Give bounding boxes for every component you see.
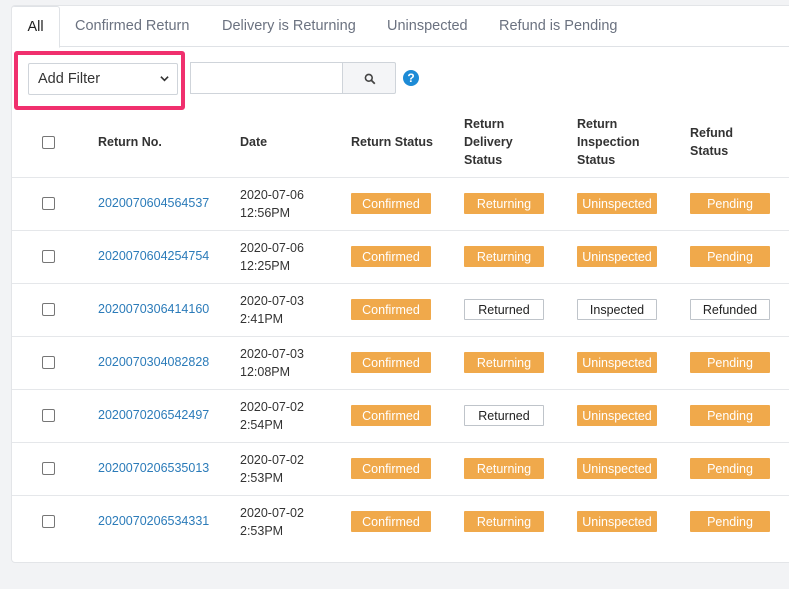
refund-status-badge: Pending — [690, 352, 770, 373]
help-icon[interactable]: ? — [403, 70, 419, 86]
inspection-status-badge: Uninspected — [577, 352, 657, 373]
return-no-link[interactable]: 2020070604564537 — [98, 196, 209, 210]
row-divider — [12, 283, 789, 284]
return-status-badge: Confirmed — [351, 246, 431, 267]
tab-bar: All Confirmed Return Delivery is Returni… — [12, 6, 789, 48]
date-value: 2020-07-03 — [240, 294, 304, 308]
return-status-badge: Confirmed — [351, 193, 431, 214]
date-cell: 2020-07-02 2:53PM — [240, 451, 304, 487]
return-status-badge: Confirmed — [351, 458, 431, 479]
row-divider — [12, 442, 789, 443]
tab-refund-pending[interactable]: Refund is Pending — [499, 6, 618, 47]
date-value: 2020-07-02 — [240, 400, 304, 414]
refund-status-badge: Pending — [690, 193, 770, 214]
return-status-badge: Confirmed — [351, 511, 431, 532]
return-no-link[interactable]: 2020070206542497 — [98, 408, 209, 422]
select-all-checkbox[interactable] — [42, 136, 55, 149]
inspection-status-badge: Inspected — [577, 299, 657, 320]
return-status-badge: Confirmed — [351, 405, 431, 426]
row-checkbox[interactable] — [42, 197, 55, 210]
return-no-link[interactable]: 2020070206534331 — [98, 514, 209, 528]
time-value: 12:08PM — [240, 365, 291, 379]
header-line: Inspection — [577, 135, 640, 149]
date-cell: 2020-07-03 2:41PM — [240, 292, 304, 328]
tab-confirmed-return[interactable]: Confirmed Return — [75, 6, 189, 47]
header-line: Return — [464, 117, 505, 131]
time-value: 2:53PM — [240, 524, 284, 538]
header-return-delivery-status: Return Delivery Status — [464, 115, 513, 169]
header-divider — [12, 177, 789, 178]
return-no-link[interactable]: 2020070206535013 — [98, 461, 209, 475]
refund-status-badge: Refunded — [690, 299, 770, 320]
date-value: 2020-07-02 — [240, 453, 304, 467]
date-cell: 2020-07-03 12:08PM — [240, 345, 304, 381]
row-divider — [12, 389, 789, 390]
date-value: 2020-07-06 — [240, 188, 304, 202]
date-cell: 2020-07-02 2:53PM — [240, 504, 304, 540]
date-cell: 2020-07-06 12:56PM — [240, 186, 304, 222]
return-no-link[interactable]: 2020070304082828 — [98, 355, 209, 369]
header-return-status: Return Status — [351, 135, 433, 149]
return-no-link[interactable]: 2020070306414160 — [98, 302, 209, 316]
header-line: Delivery — [464, 135, 513, 149]
header-line: Status — [464, 153, 503, 167]
delivery-status-badge: Returned — [464, 299, 544, 320]
date-cell: 2020-07-06 12:25PM — [240, 239, 304, 275]
time-value: 12:25PM — [240, 259, 291, 273]
row-checkbox[interactable] — [42, 356, 55, 369]
delivery-status-badge: Returning — [464, 458, 544, 479]
inspection-status-badge: Uninspected — [577, 511, 657, 532]
delivery-status-badge: Returning — [464, 352, 544, 373]
search-icon — [364, 73, 376, 85]
delivery-status-badge: Returned — [464, 405, 544, 426]
time-value: 2:53PM — [240, 471, 284, 485]
date-value: 2020-07-03 — [240, 347, 304, 361]
header-line: Status — [690, 144, 729, 158]
tab-all[interactable]: All — [12, 6, 60, 48]
row-checkbox[interactable] — [42, 303, 55, 316]
date-value: 2020-07-06 — [240, 241, 304, 255]
row-checkbox[interactable] — [42, 250, 55, 263]
returns-panel: All Confirmed Return Delivery is Returni… — [11, 5, 789, 563]
header-return-inspection-status: Return Inspection Status — [577, 115, 640, 169]
return-status-badge: Confirmed — [351, 352, 431, 373]
row-checkbox[interactable] — [42, 409, 55, 422]
row-checkbox[interactable] — [42, 515, 55, 528]
time-value: 2:41PM — [240, 312, 284, 326]
header-line: Status — [577, 153, 616, 167]
date-value: 2020-07-02 — [240, 506, 304, 520]
row-checkbox[interactable] — [42, 462, 55, 475]
search-button[interactable] — [342, 62, 396, 94]
delivery-status-badge: Returning — [464, 193, 544, 214]
time-value: 12:56PM — [240, 206, 291, 220]
header-refund-status: Refund Status — [690, 124, 733, 160]
return-status-badge: Confirmed — [351, 299, 431, 320]
refund-status-badge: Pending — [690, 458, 770, 479]
header-date: Date — [240, 135, 268, 149]
row-divider — [12, 495, 789, 496]
refund-status-badge: Pending — [690, 246, 770, 267]
chevron-down-icon — [160, 76, 169, 82]
date-cell: 2020-07-02 2:54PM — [240, 398, 304, 434]
inspection-status-badge: Uninspected — [577, 405, 657, 426]
time-value: 2:54PM — [240, 418, 284, 432]
inspection-status-badge: Uninspected — [577, 458, 657, 479]
delivery-status-badge: Returning — [464, 246, 544, 267]
add-filter-select[interactable]: Add Filter — [28, 63, 178, 95]
row-divider — [12, 336, 789, 337]
search-input[interactable] — [190, 62, 342, 94]
return-no-link[interactable]: 2020070604254754 — [98, 249, 209, 263]
inspection-status-badge: Uninspected — [577, 193, 657, 214]
inspection-status-badge: Uninspected — [577, 246, 657, 267]
refund-status-badge: Pending — [690, 405, 770, 426]
header-return-no: Return No. — [98, 135, 162, 149]
add-filter-label: Add Filter — [38, 71, 101, 87]
header-line: Refund — [690, 126, 734, 140]
row-divider — [12, 230, 789, 231]
tab-uninspected[interactable]: Uninspected — [387, 6, 468, 47]
delivery-status-badge: Returning — [464, 511, 544, 532]
refund-status-badge: Pending — [690, 511, 770, 532]
header-line: Return — [577, 117, 618, 131]
tab-delivery-returning[interactable]: Delivery is Returning — [222, 6, 356, 47]
